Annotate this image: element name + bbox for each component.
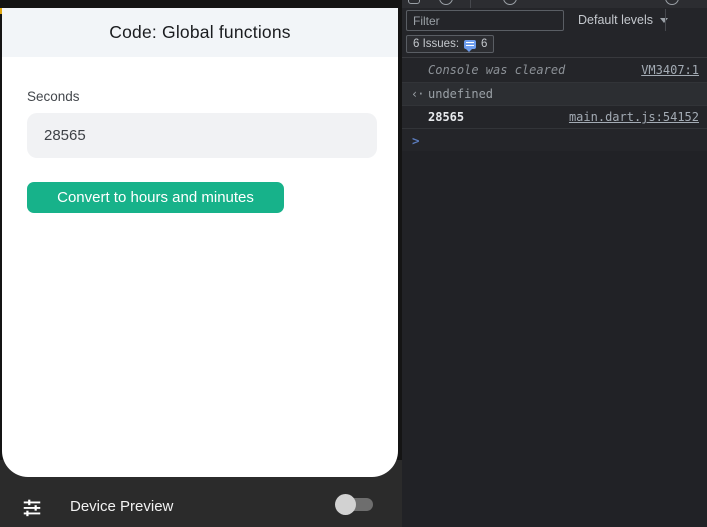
seconds-value: 28565 bbox=[44, 127, 86, 144]
return-value-icon bbox=[411, 87, 428, 101]
flutter-app-panel: Device Preview Code: Global functions Se… bbox=[0, 0, 402, 527]
issues-badge[interactable]: 6 Issues: 6 bbox=[406, 35, 494, 53]
issues-label: 6 Issues: bbox=[413, 38, 459, 50]
app-card: Code: Global functions Seconds 28565 Con… bbox=[2, 8, 398, 477]
console-result-text: undefined bbox=[428, 87, 493, 101]
convert-button[interactable]: Convert to hours and minutes bbox=[27, 182, 284, 213]
seconds-input[interactable]: 28565 bbox=[27, 113, 377, 158]
default-levels-dropdown[interactable]: Default levels bbox=[578, 13, 668, 27]
console-row-cleared: Console was cleared VM3407:1 bbox=[402, 58, 707, 83]
console-filter-bar: Default levels bbox=[402, 8, 707, 34]
console-info-text: Console was cleared bbox=[428, 63, 565, 77]
console-sidebar-icon[interactable] bbox=[408, 0, 420, 4]
app-header: Code: Global functions bbox=[2, 8, 398, 57]
gear-icon[interactable] bbox=[665, 0, 679, 5]
issues-bubble-icon bbox=[464, 40, 476, 49]
console-row-log: 28565 main.dart.js:54152 bbox=[402, 106, 707, 129]
filter-input[interactable] bbox=[406, 10, 564, 31]
tune-icon[interactable] bbox=[21, 496, 43, 518]
console-empty-area[interactable] bbox=[402, 151, 707, 527]
devtools-console-panel: Default levels 6 Issues: 6 Console was c… bbox=[402, 0, 707, 527]
clear-console-icon[interactable] bbox=[439, 0, 453, 5]
toolbar-divider bbox=[470, 0, 471, 8]
screenshot-root: Device Preview Code: Global functions Se… bbox=[0, 0, 707, 527]
default-levels-label: Default levels bbox=[578, 13, 653, 27]
source-link-main-dart[interactable]: main.dart.js:54152 bbox=[569, 110, 699, 124]
prompt-chevron-icon: > bbox=[412, 133, 420, 148]
eye-icon[interactable] bbox=[503, 0, 517, 5]
toggle-knob bbox=[335, 494, 356, 515]
issues-row: 6 Issues: 6 bbox=[402, 34, 707, 58]
app-title: Code: Global functions bbox=[109, 22, 290, 43]
seconds-label: Seconds bbox=[27, 89, 80, 104]
device-preview-label: Device Preview bbox=[70, 498, 173, 515]
source-link-vm[interactable]: VM3407:1 bbox=[641, 63, 699, 77]
console-log-text: 28565 bbox=[428, 110, 464, 124]
issues-count: 6 bbox=[481, 38, 487, 50]
filter-bar-divider bbox=[665, 9, 666, 31]
console-prompt[interactable]: > bbox=[402, 129, 707, 151]
debug-marker bbox=[0, 8, 2, 14]
device-preview-toggle[interactable] bbox=[335, 494, 373, 515]
devtools-toolbar-clipped bbox=[402, 0, 707, 8]
console-row-result: undefined bbox=[402, 83, 707, 106]
